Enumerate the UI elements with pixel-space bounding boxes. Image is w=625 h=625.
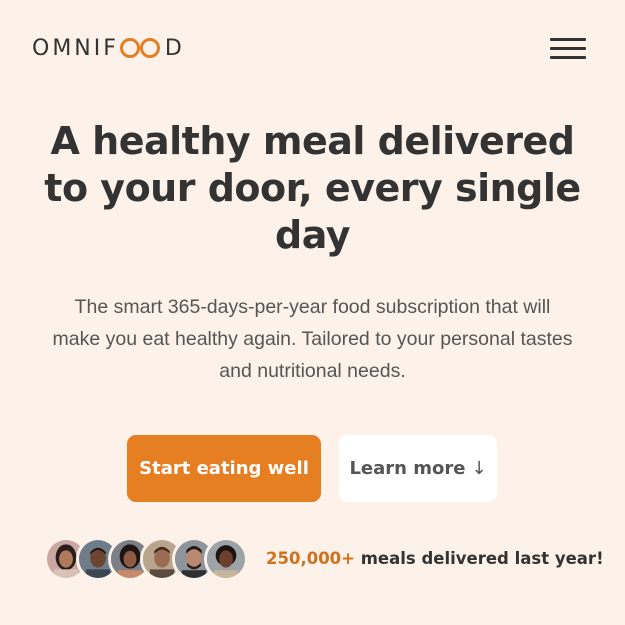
start-eating-well-button[interactable]: Start eating well: [127, 435, 321, 502]
avatar: [204, 537, 248, 581]
logo-text-left: OMNIF: [32, 35, 119, 61]
hamburger-menu-icon[interactable]: [548, 34, 588, 62]
omnifood-logo[interactable]: OMNIF D: [32, 33, 185, 63]
site-header: OMNIF D: [0, 0, 625, 95]
meals-delivered-text: 250,000+ meals delivered last year!: [266, 545, 604, 573]
hero-heading: A healthy meal delivered to your door, e…: [30, 118, 595, 259]
learn-more-button[interactable]: Learn more ↓: [339, 435, 497, 502]
logo-infinity-icon: [118, 37, 164, 59]
learn-more-label: Learn more: [349, 458, 466, 479]
arrow-down-icon: ↓: [471, 458, 487, 479]
hero-heading-line1: A healthy meal delivered: [50, 119, 575, 163]
hero-heading-line3: day: [275, 213, 350, 257]
hero-description: The smart 365-days-per-year food subscri…: [30, 291, 595, 387]
start-eating-well-label: Start eating well: [139, 458, 309, 479]
hero-description-line2: make you eat healthy again. Tailored to …: [52, 328, 573, 350]
hero-heading-line2: to your door, every single: [44, 166, 581, 210]
meals-delivered-label: meals delivered last year!: [354, 549, 604, 568]
meals-delivered-count: 250,000+: [266, 549, 355, 568]
hero-description-line1: The smart 365-days-per-year food subscri…: [74, 296, 551, 318]
hero-description-line3: and nutritional needs.: [219, 360, 406, 382]
customer-avatars: [44, 537, 254, 581]
logo-text-right: D: [164, 35, 185, 61]
